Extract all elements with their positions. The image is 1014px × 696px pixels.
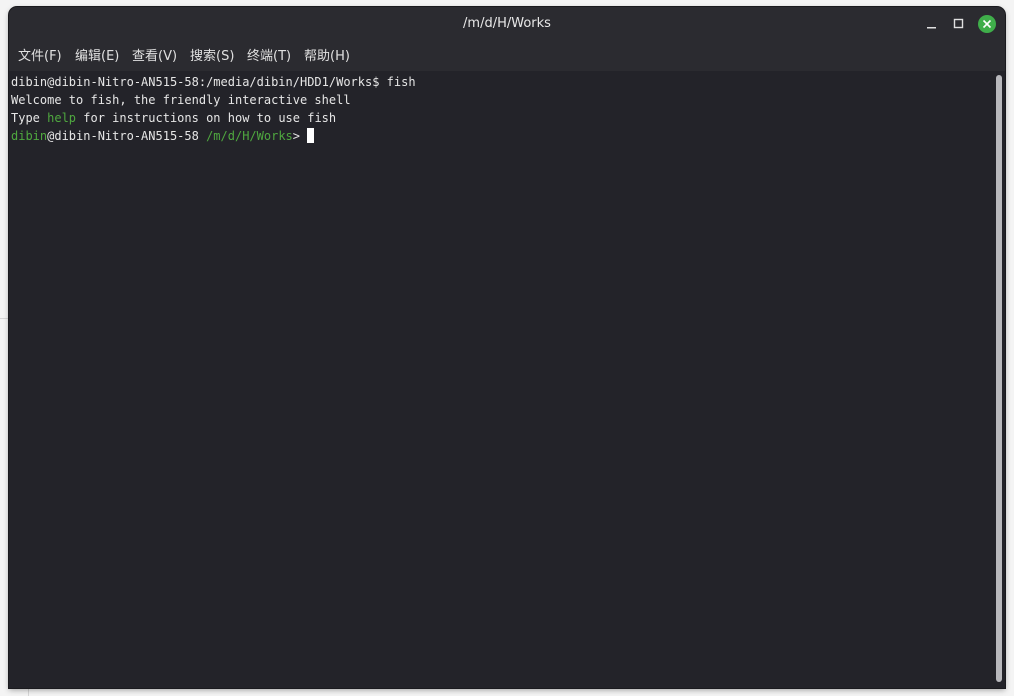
prompt-user: dibin [11,129,48,143]
terminal-window: /m/d/H/Works 文件(F) 编辑(E) 查看(V) 搜索(S) 终端(… [9,7,1005,688]
help-command: help [47,111,77,125]
prompt-symbol: > [292,129,301,143]
menu-edit[interactable]: 编辑(E) [75,41,119,71]
menu-help[interactable]: 帮助(H) [304,41,350,71]
maximize-icon [953,18,964,29]
prompt-path: /m/d/H/Works [206,129,293,143]
menu-bar: 文件(F) 编辑(E) 查看(V) 搜索(S) 终端(T) 帮助(H) [9,41,1005,71]
minimize-button[interactable] [923,15,941,33]
terminal-line: dibin@dibin-Nitro-AN515-58:/media/dibin/… [11,75,416,89]
minimize-icon [927,27,936,29]
close-icon [978,15,996,33]
menu-file[interactable]: 文件(F) [18,41,62,71]
scrollbar-thumb[interactable] [996,75,1002,682]
window-title: /m/d/H/Works [463,16,551,31]
text-cursor [307,128,315,143]
shell-prompt: dibin@dibin-Nitro-AN515-58 /m/d/H/Works> [11,127,315,145]
terminal-line: Welcome to fish, the friendly interactiv… [11,93,351,107]
title-bar[interactable]: /m/d/H/Works [9,7,1005,41]
maximize-button[interactable] [950,15,968,33]
terminal-line: Type help for instructions on how to use… [11,109,336,127]
menu-terminal[interactable]: 终端(T) [247,41,291,71]
scrollbar[interactable] [995,73,1003,684]
terminal-output[interactable]: dibin@dibin-Nitro-AN515-58:/media/dibin/… [9,71,995,688]
menu-view[interactable]: 查看(V) [132,41,177,71]
menu-search[interactable]: 搜索(S) [190,41,234,71]
terminal-text: for instructions on how to use fish [76,111,337,125]
terminal-text: Type [11,111,48,125]
close-button[interactable] [978,15,996,33]
prompt-host: @dibin-Nitro-AN515-58 [47,129,199,143]
